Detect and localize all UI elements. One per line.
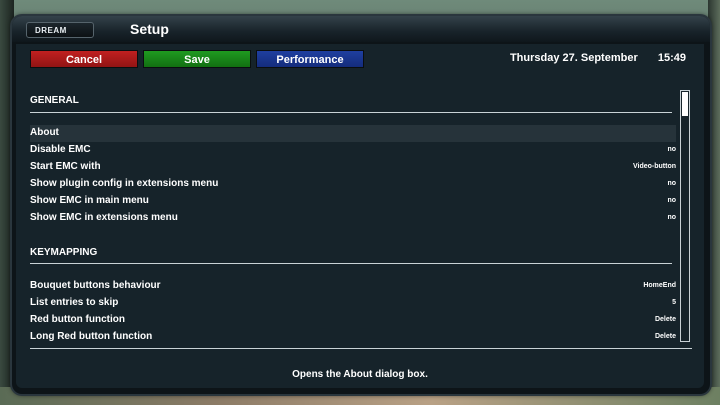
list-item-value: Delete	[654, 316, 676, 323]
list-item-bouquet-buttons[interactable]: Bouquet buttons behaviour HomeEnd	[30, 278, 676, 295]
list-item-label: Show EMC in main menu	[30, 195, 149, 206]
setup-panel: Cancel Save Performance Thursday 27. Sep…	[16, 44, 704, 388]
brand-logo: DREAM	[26, 22, 94, 38]
list-item-label: Show EMC in extensions menu	[30, 212, 178, 223]
list-item-value: HomeEnd	[643, 282, 676, 289]
list-item-disable-emc[interactable]: Disable EMC no	[30, 142, 676, 159]
help-text: Opens the About dialog box.	[292, 369, 428, 380]
list-item-label: List entries to skip	[30, 297, 119, 308]
date-label: Thursday 27. September	[509, 52, 638, 64]
list-item-extensions-menu[interactable]: Show EMC in extensions menu no	[30, 210, 676, 227]
section-title-general: GENERAL	[30, 95, 79, 106]
list-item-entries-to-skip[interactable]: List entries to skip 5	[30, 295, 676, 312]
list-item-value: Video-button	[632, 163, 676, 170]
cancel-button[interactable]: Cancel	[30, 50, 138, 68]
list-item-value: no	[667, 146, 676, 153]
help-divider	[30, 348, 692, 349]
list-item-start-emc-with[interactable]: Start EMC with Video-button	[30, 159, 676, 176]
list-item-label: Red button function	[30, 314, 125, 325]
list-scrollbar[interactable]	[680, 90, 690, 342]
list-item-about[interactable]: About	[30, 125, 676, 142]
list-item-value: 5	[672, 299, 676, 306]
list-item-label: Show plugin config in extensions menu	[30, 178, 219, 189]
list-item-label: Disable EMC	[30, 144, 91, 155]
setup-window: DREAM Setup Cancel Save Performance Thur…	[12, 16, 710, 394]
window-title: Setup	[130, 21, 169, 37]
scrollbar-thumb[interactable]	[682, 92, 688, 116]
list-item-plugin-config[interactable]: Show plugin config in extensions menu no	[30, 176, 676, 193]
list-item-label: Bouquet buttons behaviour	[30, 280, 161, 291]
list-item-value: no	[667, 197, 676, 204]
section-divider	[30, 112, 672, 113]
section-divider	[30, 263, 672, 264]
save-button[interactable]: Save	[143, 50, 251, 68]
list-item-label: About	[30, 127, 59, 138]
list-item-label: Start EMC with	[30, 161, 101, 172]
date-time: Thursday 27. September 15:49	[486, 52, 686, 64]
list-item-red-button[interactable]: Red button function Delete	[30, 312, 676, 329]
list-item-long-red-button[interactable]: Long Red button function Delete	[30, 329, 676, 346]
performance-button[interactable]: Performance	[256, 50, 364, 68]
list-item-value: no	[667, 214, 676, 221]
list-item-main-menu[interactable]: Show EMC in main menu no	[30, 193, 676, 210]
time-label: 15:49	[657, 52, 686, 64]
section-title-keymapping: KEYMAPPING	[30, 247, 98, 258]
title-bar: DREAM Setup	[12, 16, 710, 42]
list-item-value: Delete	[654, 333, 676, 340]
list-item-label: Long Red button function	[30, 331, 153, 342]
list-item-value: no	[667, 180, 676, 187]
